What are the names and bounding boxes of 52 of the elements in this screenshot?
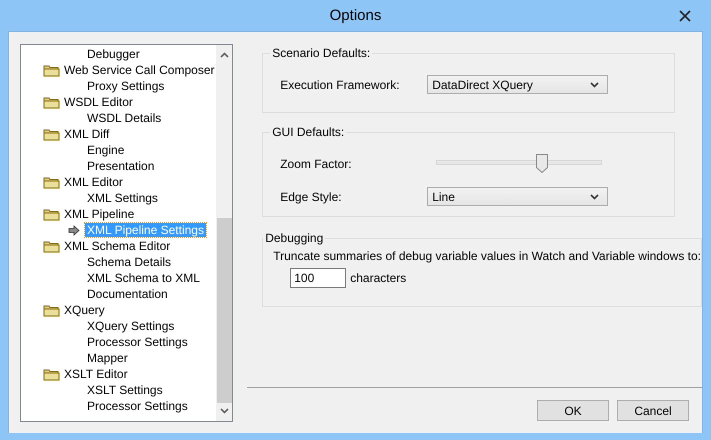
ok-button[interactable]: OK [537, 400, 609, 421]
chevron-icon [590, 194, 600, 200]
tree-item[interactable]: XML Schema to XML [85, 271, 202, 285]
tree-item[interactable]: Schema Details [85, 255, 174, 269]
description-text: Truncate summaries of debug variable values in Watch and Variable windows to: [273, 249, 701, 263]
scroll-thumb[interactable] [216, 218, 232, 403]
tree-item[interactable]: WSDL Details [85, 111, 164, 125]
tree-item[interactable]: XML Pipeline [64, 207, 134, 221]
tree-item[interactable]: XQuery Settings [85, 319, 176, 333]
tree-item[interactable]: Debugger [85, 47, 142, 61]
field-label: Zoom Factor: [280, 156, 353, 170]
folder-icon [43, 128, 60, 140]
tree-item[interactable]: XQuery [64, 303, 105, 317]
tree-item[interactable]: Presentation [85, 159, 156, 173]
tree-item[interactable]: Proxy Settings [85, 79, 166, 93]
folder-icon [43, 64, 60, 76]
tree-item[interactable]: XML Schema Editor [64, 239, 170, 253]
folder-icon [43, 240, 60, 252]
execution-framework-dropdown[interactable]: DataDirect XQuery [427, 75, 608, 94]
scrollbar[interactable] [216, 45, 232, 421]
tree-item[interactable]: Processor Settings [85, 399, 190, 413]
folder-icon [43, 368, 60, 380]
window-title: Options [330, 7, 382, 24]
tree-item[interactable]: Web Service Call Composer [64, 63, 214, 77]
chevron-icon [590, 82, 600, 88]
zoom-slider[interactable] [436, 154, 602, 173]
folder-icon [43, 304, 60, 316]
unit-label: characters [350, 271, 406, 285]
arrow-icon [68, 225, 80, 236]
edge-style-dropdown[interactable]: Line [427, 187, 608, 206]
field-label: Execution Framework: [280, 78, 401, 92]
close-icon[interactable] [679, 10, 691, 22]
field-label: Edge Style: [280, 190, 343, 204]
tree-item[interactable]: XSLT Settings [85, 383, 165, 397]
group-title: Scenario Defaults: [271, 46, 372, 60]
folder-icon [43, 176, 60, 188]
tree-item[interactable]: Processor Settings [85, 335, 190, 349]
tree-item[interactable]: XML Settings [85, 191, 160, 205]
tree-item[interactable]: XML Diff [64, 127, 110, 141]
tree-item[interactable]: Documentation [85, 287, 170, 301]
input-field[interactable]: 100 [290, 268, 346, 288]
folder-icon [43, 208, 60, 220]
slider-thumb[interactable] [536, 154, 548, 173]
tree-item[interactable]: XML Editor [64, 175, 123, 189]
tree-item[interactable]: XSLT Editor [64, 367, 128, 381]
tree-item[interactable]: Engine [85, 143, 126, 157]
tree-item[interactable]: WSDL Editor [64, 95, 133, 109]
group-title: GUI Defaults: [271, 125, 346, 139]
group-title: Debugging [264, 231, 324, 245]
cancel-button[interactable]: Cancel [617, 400, 689, 421]
folder-icon [43, 96, 60, 108]
tree-item[interactable]: Mapper [85, 351, 130, 365]
